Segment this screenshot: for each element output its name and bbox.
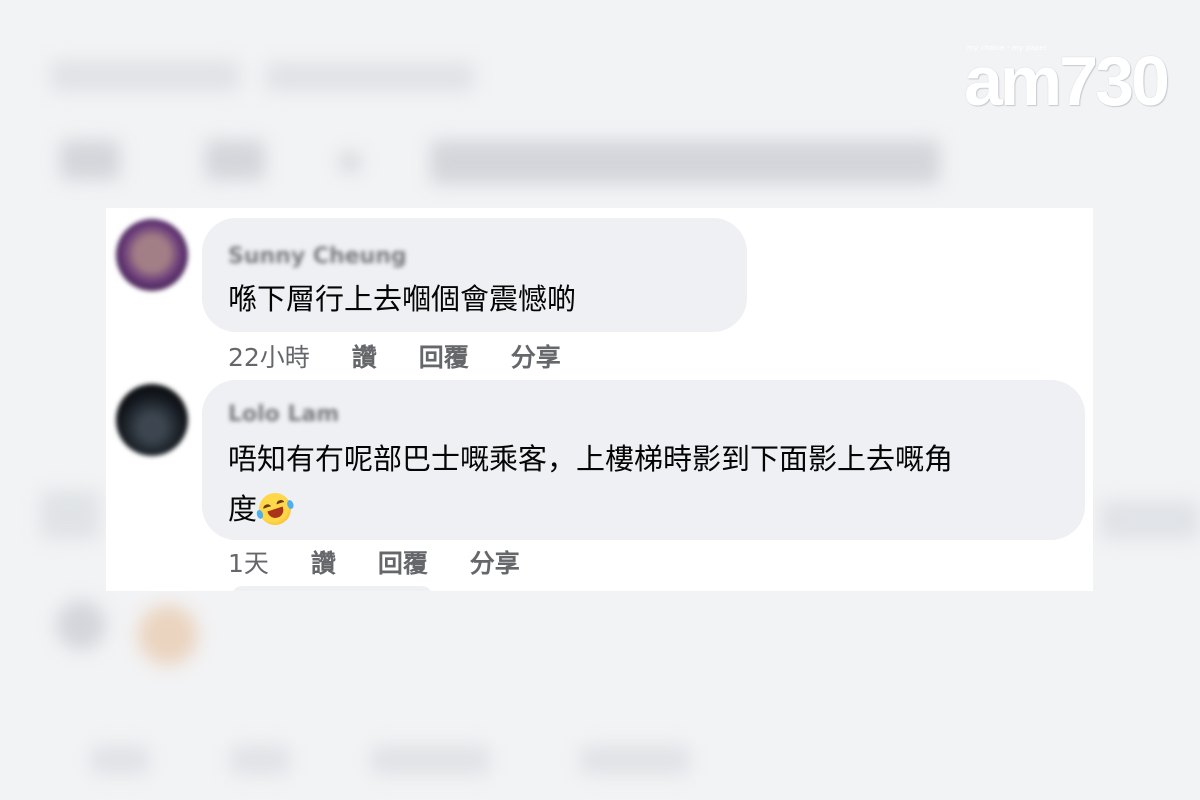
comment-text-line2: 度: [228, 492, 258, 526]
reply-button[interactable]: 回覆: [419, 338, 469, 374]
comment-author[interactable]: Sunny Cheung: [228, 244, 407, 269]
commenter-avatar[interactable]: [116, 219, 188, 291]
commenter-avatar[interactable]: [116, 384, 188, 456]
comment-actions: 1天 讚 回覆 分享: [228, 544, 520, 580]
rolling-on-floor-laughing-emoji-icon: [254, 488, 296, 530]
next-comment-bubble-edge: [232, 586, 432, 591]
am730-watermark-logo: am730 my choice · my paper: [964, 40, 1170, 116]
comment-actions: 22小時 讚 回覆 分享: [228, 338, 561, 374]
share-button[interactable]: 分享: [470, 544, 520, 580]
comment-timestamp[interactable]: 22小時: [228, 338, 310, 374]
share-button[interactable]: 分享: [511, 338, 561, 374]
comment-text: 喺下層行上去嗰個會震憾啲: [228, 282, 577, 316]
comment-bubble: Lolo Lam 唔知有冇呢部巴士嘅乘客，上樓梯時影到下面影上去嘅角度: [202, 380, 1085, 540]
comment-text: 唔知有冇呢部巴士嘅乘客，上樓梯時影到下面影上去嘅角度: [228, 434, 1058, 534]
like-button[interactable]: 讚: [352, 338, 377, 374]
comment-author[interactable]: Lolo Lam: [228, 402, 339, 427]
comments-panel: Sunny Cheung 喺下層行上去嗰個會震憾啲 22小時 讚 回覆 分享 L…: [106, 208, 1093, 591]
comment-text-line1: 唔知有冇呢部巴士嘅乘客，上樓梯時影到下面影上去嘅角: [228, 442, 954, 476]
watermark-tagline: my choice · my paper: [967, 44, 1048, 52]
watermark-logo-text: am730: [964, 42, 1170, 120]
comment-bubble: Sunny Cheung 喺下層行上去嗰個會震憾啲: [202, 218, 747, 332]
comment-timestamp[interactable]: 1天: [228, 544, 269, 580]
like-button[interactable]: 讚: [311, 544, 336, 580]
reply-button[interactable]: 回覆: [378, 544, 428, 580]
